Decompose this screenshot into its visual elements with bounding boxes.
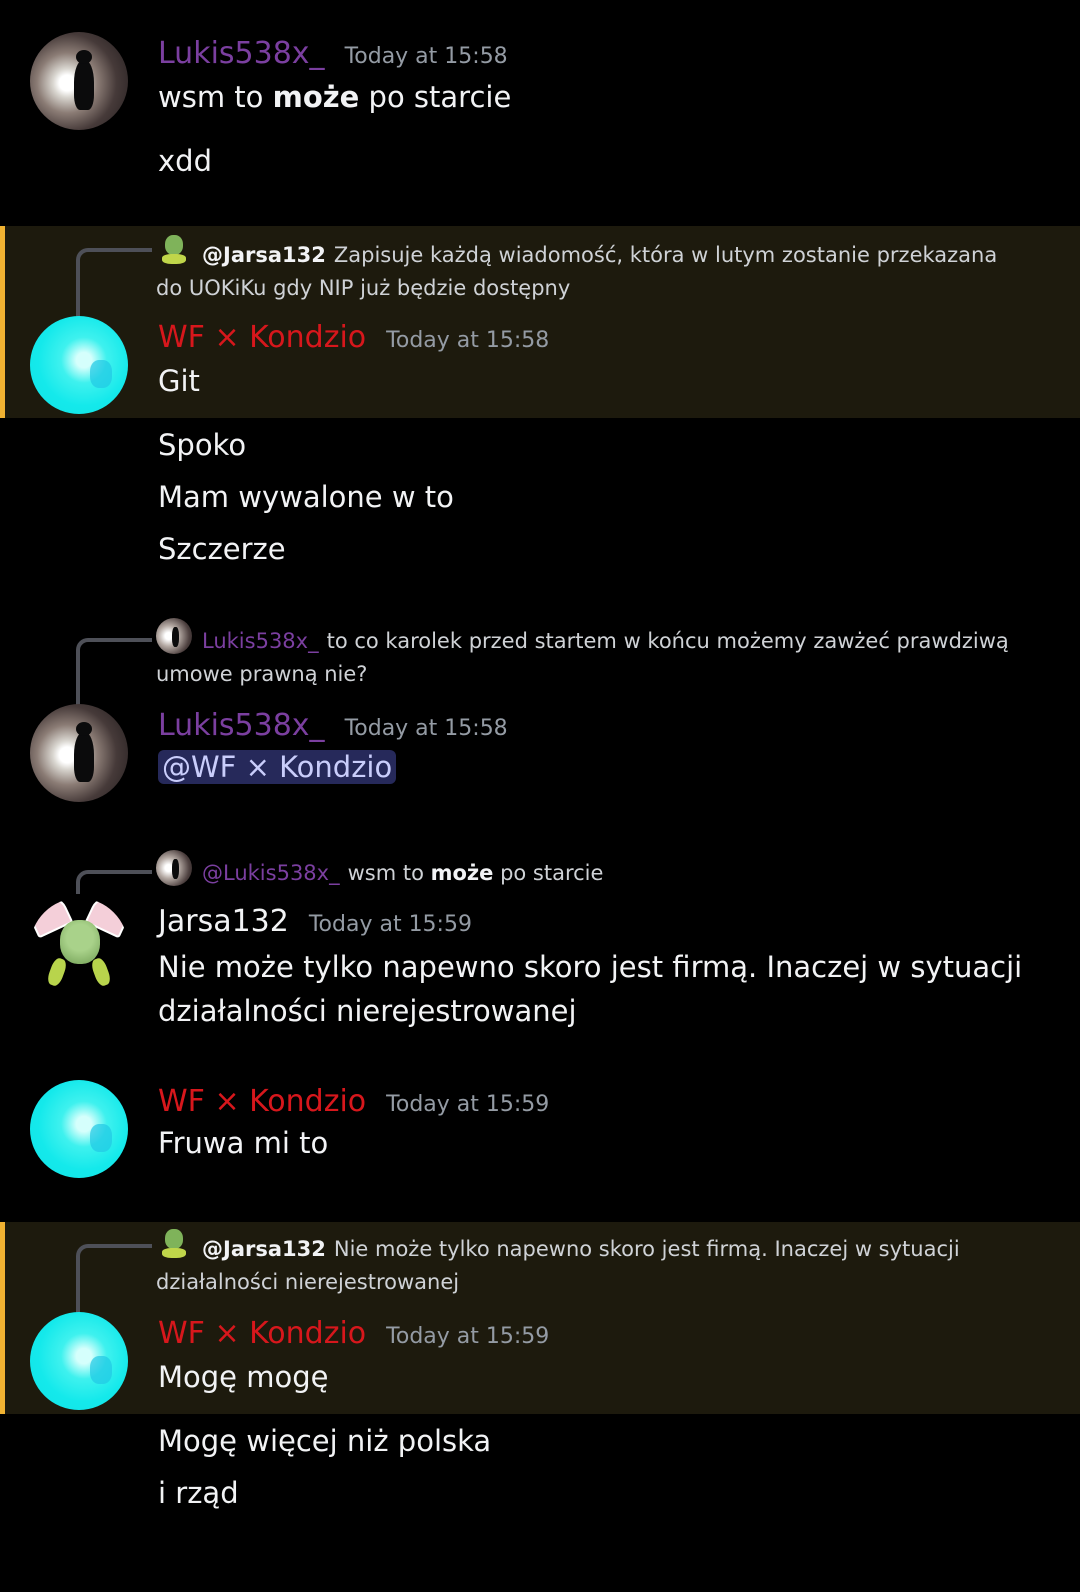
reply-author[interactable]: @Lukis538x_	[202, 861, 340, 885]
message-text: Mam wywalone w to	[158, 480, 454, 514]
message-text: xdd	[158, 144, 212, 178]
reply-avatar	[156, 850, 192, 886]
message-text: Szczerze	[158, 532, 286, 566]
avatar[interactable]	[30, 898, 128, 996]
avatar[interactable]	[30, 1312, 128, 1410]
username[interactable]: WF × Kondzio	[158, 1084, 366, 1119]
message-highlighted: @Jarsa132 Nie może tylko napewno skoro je…	[0, 1222, 1080, 1414]
reply-spine	[76, 638, 152, 712]
reply-spine	[76, 1244, 152, 1318]
username[interactable]: Jarsa132	[158, 904, 289, 939]
username[interactable]: WF × Kondzio	[158, 1316, 366, 1351]
reply-preview[interactable]: Lukis538x_ to co karolek przed startem w …	[156, 618, 1016, 691]
message-group: @Lukis538x_ wsm to może po starcie Jarsa1…	[0, 846, 1080, 1046]
reply-author[interactable]: @Jarsa132	[202, 243, 326, 267]
message-text: Fruwa mi to	[158, 1126, 329, 1160]
reply-preview[interactable]: @Lukis538x_ wsm to może po starcie	[156, 850, 1016, 890]
avatar[interactable]	[30, 1080, 128, 1178]
username[interactable]: Lukis538x_	[158, 708, 325, 743]
reply-preview[interactable]: @Jarsa132 Zapisuje każdą wiadomość, która…	[156, 232, 1016, 305]
message-text: wsm to może po starcie	[158, 80, 512, 114]
timestamp: Today at 15:59	[386, 1324, 550, 1349]
message-text: Spoko	[158, 428, 247, 462]
avatar[interactable]	[30, 32, 128, 130]
reply-spine	[76, 870, 152, 894]
message-group: Lukis538x_ to co karolek przed startem w …	[0, 612, 1080, 812]
message-text: @WF × Kondzio	[158, 750, 397, 784]
timestamp: Today at 15:59	[386, 1092, 550, 1117]
message-text: działalności nierejestrowanej	[158, 994, 577, 1028]
message-text: i rząd	[158, 1476, 239, 1510]
reply-text: wsm to może po starcie	[347, 861, 604, 885]
message-text: Git	[158, 364, 200, 398]
reply-spine	[76, 248, 152, 322]
message-highlighted: @Jarsa132 Zapisuje każdą wiadomość, która…	[0, 226, 1080, 418]
message-text: Nie może tylko napewno skoro jest firmą.…	[158, 950, 1023, 984]
timestamp: Today at 15:58	[386, 328, 550, 353]
timestamp: Today at 15:58	[344, 716, 508, 741]
reply-avatar	[156, 1226, 192, 1262]
username[interactable]: WF × Kondzio	[158, 320, 366, 355]
reply-avatar	[156, 232, 192, 268]
message-text: Mogę więcej niż polska	[158, 1424, 492, 1458]
message-group: Lukis538x_ Today at 15:58 wsm to może po…	[0, 0, 1080, 200]
avatar[interactable]	[30, 316, 128, 414]
reply-author[interactable]: Lukis538x_	[202, 629, 319, 653]
reply-avatar	[156, 618, 192, 654]
message-group: WF × Kondzio Today at 15:59 Fruwa mi to	[0, 1080, 1080, 1200]
user-mention[interactable]: @WF × Kondzio	[158, 750, 397, 784]
timestamp: Today at 15:58	[344, 44, 508, 69]
message-text: Mogę mogę	[158, 1360, 329, 1394]
timestamp: Today at 15:59	[308, 912, 472, 937]
avatar[interactable]	[30, 704, 128, 802]
reply-author[interactable]: @Jarsa132	[202, 1237, 326, 1261]
username[interactable]: Lukis538x_	[158, 36, 325, 71]
reply-preview[interactable]: @Jarsa132 Nie może tylko napewno skoro je…	[156, 1226, 1016, 1299]
